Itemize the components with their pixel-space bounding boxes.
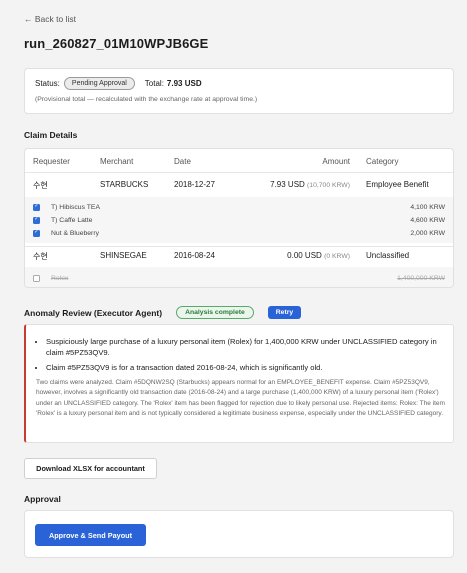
claims-table: Requester Merchant Date Amount Category … [24,148,454,288]
anomaly-card: Suspiciously large purchase of a luxury … [24,324,454,443]
claim-requester: 수현 [33,252,48,261]
item-amount: 4,600 KRW [410,216,445,224]
status-badge: Pending Approval [63,77,135,90]
claim-category: Unclassified [366,251,410,260]
anomaly-findings: Suspiciously large purchase of a luxury … [36,336,446,377]
item-amount: 2,000 KRW [410,229,445,237]
status-card: Status: Pending Approval Total: 7.93 USD… [24,68,454,114]
claim-item: ✓ Nut & Blueberry 2,000 KRW [33,227,445,239]
claim-amount: 0.00 USD (0 KRW) [287,251,350,260]
claim-merchant: STARBUCKS [100,180,149,189]
claim-amount-usd: 7.93 USD [270,180,305,189]
claim-item: ✓ T) Caffe Latte 4,600 KRW [33,214,445,226]
item-name: T) Hibiscus TEA [51,203,100,211]
item-checkbox[interactable]: ✓ [33,216,40,224]
retry-button[interactable]: Retry [267,306,302,319]
item-checkbox[interactable]: ✓ [33,229,40,237]
claim-amount-krw: (0 KRW) [324,253,350,260]
analysis-status-badge: Analysis complete [176,306,254,319]
item-checkbox[interactable] [33,274,40,282]
claim-amount-krw: (10,700 KRW) [307,182,350,189]
item-name: Nut & Blueberry [51,229,99,237]
total-label: Total: [144,79,164,88]
column-header-date: Date [174,157,191,166]
anomaly-review-title: Anomaly Review (Executor Agent) [24,307,163,318]
download-xlsx-button[interactable]: Download XLSX for accountant [24,458,157,479]
claim-date: 2016-08-24 [174,251,215,260]
approval-title: Approval [24,494,61,504]
item-amount: 1,400,000 KRW [397,274,445,282]
anomaly-finding: Suspiciously large purchase of a luxury … [46,336,446,358]
back-to-list-link[interactable]: ← Back to list [24,14,76,24]
status-note: (Provisional total — recalculated with t… [35,96,258,103]
anomaly-finding: Claim #5PZ53QV9 is for a transaction dat… [46,362,446,373]
item-name: Rolex [51,274,69,282]
status-label: Status: [35,79,60,88]
page-title: run_260827_01M10WPJB6GE [24,36,209,51]
total-value: 7.93 USD [166,79,202,88]
claim-items: Rolex 1,400,000 KRW [25,267,453,287]
claim-category: Employee Benefit [366,180,429,189]
header-divider [25,172,453,173]
column-header-category: Category [366,157,399,166]
approve-send-payout-button[interactable]: Approve & Send Payout [35,524,146,546]
item-name: T) Caffe Latte [51,216,93,224]
item-checkbox[interactable]: ✓ [33,203,40,211]
claim-amount-usd: 0.00 USD [287,251,322,260]
claim-item: Rolex 1,400,000 KRW [33,272,445,284]
column-header-requester: Requester [33,157,70,166]
claim-date: 2018-12-27 [174,180,215,189]
column-header-amount: Amount [322,157,350,166]
status-row: Status: Pending Approval Total: 7.93 USD [35,77,202,90]
item-amount: 4,100 KRW [410,203,445,211]
anomaly-header: Anomaly Review (Executor Agent) Analysis… [24,306,302,319]
claim-merchant: SHINSEGAE [100,251,147,260]
column-header-merchant: Merchant [100,157,134,166]
claim-item: ✓ T) Hibiscus TEA 4,100 KRW [33,201,445,213]
row-divider [25,246,453,247]
claim-items: ✓ T) Hibiscus TEA 4,100 KRW ✓ T) Caffe L… [25,197,453,243]
claim-amount: 7.93 USD (10,700 KRW) [270,180,350,189]
claim-details-title: Claim Details [24,130,78,140]
anomaly-summary: Two claims were analyzed. Claim #5DQNW2S… [36,379,445,417]
approval-card: Approve & Send Payout [24,510,454,558]
claim-requester: 수현 [33,181,48,190]
